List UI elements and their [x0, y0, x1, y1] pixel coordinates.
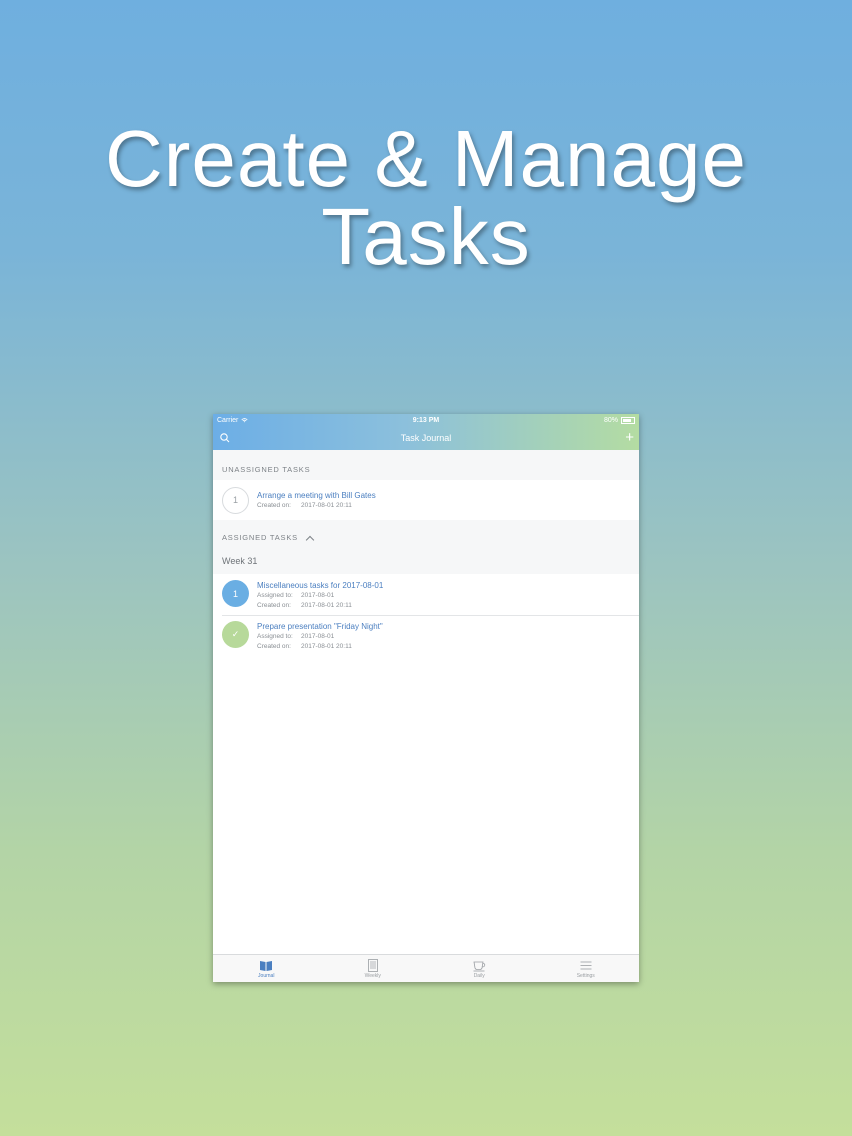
task-list: UNASSIGNED TASKS 1 Arrange a meeting wit…: [213, 450, 639, 956]
task-count-badge: 1: [222, 580, 249, 607]
promo-headline: Create & Manage Tasks: [0, 114, 852, 281]
section-header-unassigned: UNASSIGNED TASKS: [213, 450, 639, 480]
cup-icon: [473, 961, 486, 972]
nav-title: Task Journal: [400, 433, 452, 443]
empty-area: [213, 655, 639, 956]
book-icon: [260, 961, 273, 971]
battery-icon: [621, 416, 635, 424]
task-assigned: Assigned to: 2017-08-01: [257, 592, 335, 599]
tab-label: Daily: [473, 973, 485, 979]
list-item[interactable]: ✓ Prepare presentation "Friday Night" As…: [213, 615, 639, 656]
task-count-badge: 1: [222, 486, 249, 514]
tab-label: Weekly: [364, 973, 381, 979]
task-created: Created on: 2017-08-01 20:11: [257, 642, 352, 650]
top-bar: Carrier 9:13 PM 80% Task Journal +: [213, 414, 639, 450]
week-label: Week 31: [222, 556, 258, 566]
tab-label: Journal: [258, 973, 275, 979]
headline-line-2: Tasks: [321, 192, 531, 281]
task-title: Arrange a meeting with Bill Gates: [257, 490, 376, 500]
chevron-up-icon: [305, 535, 315, 545]
tab-weekly[interactable]: Weekly: [320, 955, 427, 982]
tab-daily[interactable]: Daily: [426, 955, 533, 982]
tab-label: Settings: [576, 973, 595, 979]
list-item[interactable]: 1 Miscellaneous tasks for 2017-08-01 Ass…: [213, 574, 639, 615]
section-header-assigned[interactable]: ASSIGNED TASKS: [213, 520, 639, 548]
tab-settings[interactable]: Settings: [533, 955, 640, 982]
add-task-button[interactable]: +: [625, 430, 634, 445]
checkmark-icon: ✓: [222, 621, 249, 648]
tab-journal[interactable]: Journal: [213, 955, 320, 982]
task-created: Created on: 2017-08-01 20:11: [257, 601, 352, 609]
task-created: Created on: 2017-08-01 20:11: [257, 501, 352, 509]
task-title: Miscellaneous tasks for 2017-08-01: [257, 581, 384, 590]
unassigned-header-label: UNASSIGNED TASKS: [222, 465, 311, 474]
newspaper-icon: [367, 959, 378, 972]
navigation-bar: Task Journal +: [213, 426, 639, 450]
list-item[interactable]: 1 Arrange a meeting with Bill Gates Crea…: [213, 480, 639, 520]
device-screen: Carrier 9:13 PM 80% Task Journal + UNASS…: [213, 414, 639, 982]
menu-icon: [580, 961, 592, 970]
task-assigned: Assigned to: 2017-08-01: [257, 633, 335, 640]
status-time: 9:13 PM: [412, 416, 440, 424]
tab-bar: Journal Weekly Daily Settings: [213, 954, 639, 982]
headline-line-1: Create & Manage: [104, 114, 748, 203]
task-title: Prepare presentation "Friday Night": [257, 622, 383, 631]
assigned-header-label: ASSIGNED TASKS: [222, 533, 298, 542]
status-bar: Carrier 9:13 PM 80%: [213, 414, 639, 426]
